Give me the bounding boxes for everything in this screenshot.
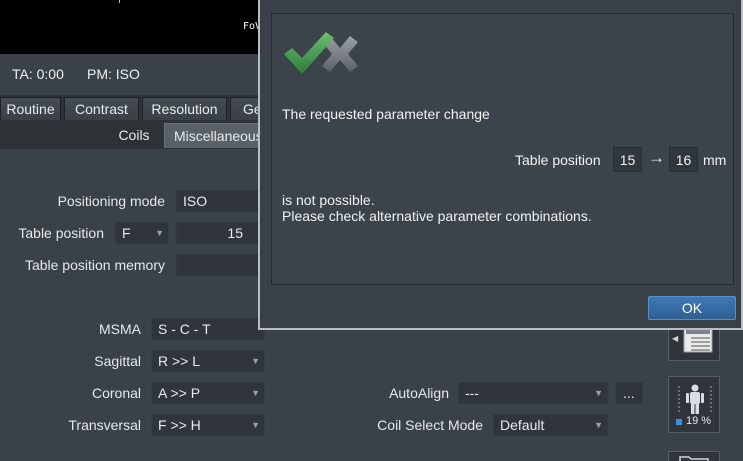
autoalign-more-button[interactable]: ...: [615, 382, 643, 404]
table-position-input[interactable]: 15: [176, 222, 266, 244]
subtab-coils[interactable]: Coils: [108, 123, 160, 148]
message-line-3: Please check alternative parameter combi…: [282, 208, 592, 224]
tab-geometry[interactable]: Ge: [230, 97, 262, 120]
load-level-indicator: [676, 419, 682, 425]
old-value: 15: [619, 152, 636, 168]
msma-label: MSMA: [99, 321, 141, 337]
message-line-2: is not possible.: [282, 192, 375, 208]
chevron-down-icon: ▼: [251, 420, 260, 430]
ruler-tick: [119, 0, 120, 3]
pm-label: PM: ISO: [87, 66, 140, 82]
new-value-box: 16: [669, 147, 698, 172]
check-cross-icon: [284, 32, 358, 74]
ok-button[interactable]: OK: [648, 296, 736, 320]
coil-select-mode-label: Coil Select Mode: [377, 417, 483, 433]
table-position-value: 15: [227, 225, 243, 241]
tab-contrast[interactable]: Contrast: [64, 97, 139, 120]
msma-select[interactable]: S - C - T: [151, 318, 265, 340]
subtab-miscellaneous[interactable]: Miscellaneous: [164, 123, 264, 148]
chevron-down-icon: ▼: [155, 228, 164, 238]
autoalign-label: AutoAlign: [389, 385, 449, 401]
tab-routine[interactable]: Routine: [0, 97, 61, 120]
chevron-left-icon: ◀: [672, 334, 679, 343]
table-position-direction-value: F: [122, 225, 131, 241]
coil-select-mode-select[interactable]: Default ▼: [493, 414, 608, 436]
sagittal-select[interactable]: R >> L ▼: [151, 350, 265, 372]
transversal-label: Transversal: [68, 417, 141, 433]
table-position-memory-label: Table position memory: [24, 257, 165, 273]
folder-button[interactable]: [668, 451, 720, 461]
folder-icon: [679, 456, 709, 461]
patient-figure-icon: [678, 384, 712, 414]
load-percent-label: 19 %: [686, 415, 712, 427]
autoalign-select[interactable]: --- ▼: [458, 382, 608, 404]
new-value: 16: [675, 152, 692, 168]
message-line-1: The requested parameter change: [282, 106, 490, 122]
table-position-direction-select[interactable]: F ▼: [115, 222, 169, 244]
coronal-value: A >> P: [158, 385, 201, 401]
ta-label: TA: 0:00: [12, 66, 64, 82]
sagittal-label: Sagittal: [94, 353, 141, 369]
coronal-label: Coronal: [91, 385, 141, 401]
tab-resolution[interactable]: Resolution: [142, 97, 227, 120]
arrow-right-icon: →: [648, 148, 665, 167]
chevron-down-icon: ▼: [594, 388, 603, 398]
chevron-down-icon: ▼: [594, 420, 603, 430]
transversal-select[interactable]: F >> H ▼: [151, 414, 265, 436]
positioning-mode-select[interactable]: ISO: [176, 190, 266, 212]
chevron-down-icon: ▼: [251, 356, 260, 366]
transversal-value: F >> H: [158, 417, 201, 433]
coronal-select[interactable]: A >> P ▼: [151, 382, 265, 404]
autoalign-value: ---: [465, 385, 479, 401]
chevron-down-icon: ▼: [251, 388, 260, 398]
param-label: Table position: [515, 152, 601, 168]
list-view-icon: [683, 327, 713, 353]
dialog-content-panel: The requested parameter change Table pos…: [271, 13, 734, 285]
old-value-box: 15: [613, 147, 642, 172]
positioning-mode-label: Positioning mode: [57, 193, 165, 209]
table-position-label: Table position: [18, 225, 104, 241]
parameter-change-dialog: The requested parameter change Table pos…: [258, 0, 743, 330]
positioning-mode-value: ISO: [183, 193, 208, 209]
unit-label: mm: [703, 152, 727, 168]
patient-load-button[interactable]: 19 %: [668, 376, 720, 433]
autoalign-more-label: ...: [623, 385, 635, 401]
sagittal-value: R >> L: [158, 353, 201, 369]
coil-select-mode-value: Default: [500, 417, 545, 433]
table-position-memory-select[interactable]: [176, 254, 266, 276]
msma-value: S - C - T: [158, 321, 211, 337]
